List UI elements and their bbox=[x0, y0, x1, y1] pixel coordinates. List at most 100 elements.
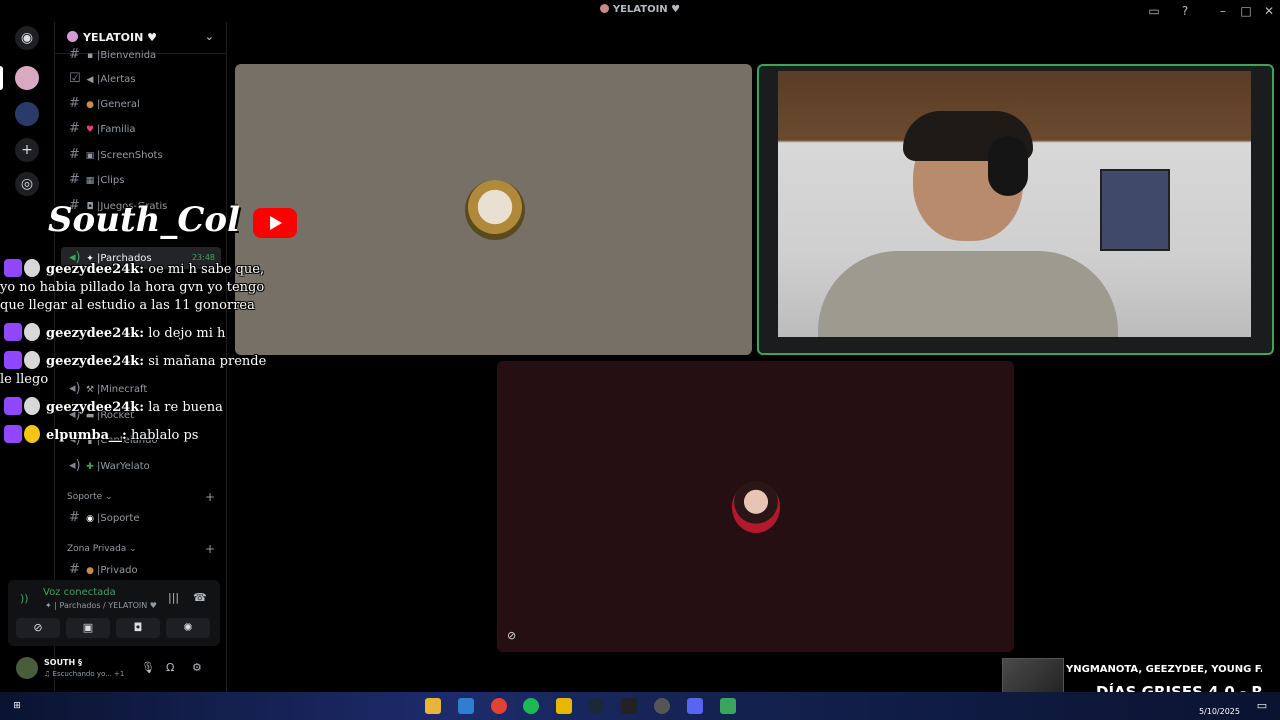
disconnect-icon[interactable]: ☎ bbox=[193, 591, 207, 604]
rules-icon: ☑ bbox=[69, 71, 81, 86]
inbox-icon[interactable]: ▭ bbox=[1146, 3, 1162, 19]
camera-off-icon: ⊘ bbox=[33, 621, 43, 634]
participant-avatar bbox=[732, 481, 780, 533]
selected-server-indicator bbox=[0, 66, 3, 90]
voice-connected-panel: )) Voz conectada ✦ | Parchados / YELATOI… bbox=[8, 580, 220, 646]
twitch-icon bbox=[4, 397, 22, 415]
help-icon[interactable]: ? bbox=[1177, 3, 1193, 19]
door-icon: ▪ bbox=[86, 51, 94, 61]
heart-icon: ♥ bbox=[149, 601, 157, 610]
channel-alertas[interactable]: ☑ ◀ |Alertas bbox=[61, 68, 221, 90]
badge-icon: § bbox=[78, 658, 83, 667]
add-server-icon[interactable]: + bbox=[15, 138, 39, 162]
file-explorer-icon[interactable] bbox=[425, 698, 441, 714]
twitch-icon bbox=[4, 323, 22, 341]
voice-status[interactable]: Voz conectada bbox=[43, 587, 116, 598]
minimize-icon[interactable]: – bbox=[1215, 3, 1231, 19]
twitch-icon bbox=[4, 351, 22, 369]
screen-share-button[interactable]: ▣ bbox=[66, 618, 110, 638]
avatar bbox=[24, 259, 40, 277]
hash-icon: # bbox=[69, 147, 80, 162]
voice-channel-waryelato[interactable]: ◂) ✚ |WarYelato bbox=[61, 455, 221, 477]
discord-icon[interactable] bbox=[687, 698, 703, 714]
speaker-icon: ◂) bbox=[69, 458, 81, 473]
channel-bienvenida[interactable]: # ▪ |Bienvenida bbox=[61, 44, 221, 66]
epic-games-icon[interactable] bbox=[621, 698, 637, 714]
notifications-icon[interactable]: ▭ bbox=[1254, 698, 1270, 714]
server-yelatoin-icon[interactable] bbox=[15, 66, 39, 90]
discover-icon[interactable]: ◎ bbox=[15, 172, 39, 196]
channel-screenshots[interactable]: # ▣ |ScreenShots bbox=[61, 144, 221, 166]
video-tile-youtube[interactable] bbox=[235, 64, 752, 355]
noise-suppression-icon[interactable]: ||| bbox=[168, 591, 179, 604]
camera-off-button[interactable]: ⊘ bbox=[16, 618, 60, 638]
settings-gear-icon[interactable]: ⚙ bbox=[192, 661, 202, 674]
music-icon: ♫ bbox=[44, 670, 51, 678]
participant-avatar bbox=[465, 180, 525, 240]
user-panel: SOUTH § ♫ Escuchando yo... +1 🎙︎ Ω ⚙ bbox=[8, 652, 220, 686]
vscode-icon[interactable] bbox=[458, 698, 474, 714]
close-icon[interactable]: ✕ bbox=[1261, 3, 1277, 19]
heart-icon: ♥ bbox=[147, 31, 158, 44]
channel-soporte[interactable]: # ◉ |Soporte bbox=[61, 507, 221, 529]
discord-home-icon[interactable]: ◉ bbox=[15, 26, 39, 50]
server-avatar-icon bbox=[67, 31, 78, 42]
video-tile-camera[interactable] bbox=[757, 64, 1274, 355]
category-soporte[interactable]: Soporte ⌄ + bbox=[67, 490, 217, 504]
username[interactable]: SOUTH § bbox=[44, 658, 82, 667]
avatar bbox=[24, 351, 40, 369]
eye-icon: ◉ bbox=[86, 514, 94, 524]
channel-general[interactable]: # ● |General bbox=[61, 93, 221, 115]
chat-message: geezydee24k: oe mi h sabe que, yo no hab… bbox=[0, 259, 270, 315]
muted-mic-icon: ⊘ bbox=[507, 629, 517, 642]
hash-icon: # bbox=[69, 172, 80, 187]
windows-start-icon[interactable]: ⊞ bbox=[9, 698, 25, 714]
activities-button[interactable]: ◘ bbox=[116, 618, 160, 638]
heart-icon: ♥ bbox=[85, 125, 95, 135]
gun-icon: ✚ bbox=[86, 462, 94, 472]
channel-familia[interactable]: # ♥ |Familia bbox=[61, 118, 221, 140]
avatar bbox=[24, 397, 40, 415]
monkey-icon: ● bbox=[86, 566, 94, 576]
app-icon[interactable] bbox=[720, 698, 736, 714]
voice-channel-path[interactable]: ✦ | Parchados / YELATOIN ♥ bbox=[45, 601, 157, 610]
headphones-icon[interactable]: Ω bbox=[166, 661, 174, 674]
title-bar: YELATOIN ♥ ▭ ? – □ ✕ bbox=[0, 0, 1280, 22]
avatar[interactable] bbox=[16, 657, 38, 679]
wall-poster bbox=[1100, 169, 1170, 251]
twitch-icon bbox=[4, 425, 22, 443]
add-channel-icon[interactable]: + bbox=[205, 542, 215, 556]
gamepad-icon: ◘ bbox=[133, 621, 143, 634]
camera-icon: ▣ bbox=[85, 151, 95, 161]
chevron-down-icon: ⌄ bbox=[105, 492, 113, 502]
window-title: YELATOIN ♥ bbox=[0, 4, 1280, 15]
server-folder-icon[interactable] bbox=[15, 102, 39, 126]
category-zona-privada[interactable]: Zona Privada ⌄ + bbox=[67, 542, 217, 556]
chevron-down-icon: ⌄ bbox=[204, 30, 214, 43]
rockstar-icon[interactable] bbox=[556, 698, 572, 714]
steam-icon[interactable] bbox=[588, 698, 604, 714]
maximize-icon[interactable]: □ bbox=[1238, 3, 1254, 19]
video-tile-participant[interactable]: ⊘ bbox=[497, 361, 1014, 652]
chat-message: geezydee24k: si mañana prende le llego bbox=[0, 351, 270, 389]
webcam-feed bbox=[778, 71, 1251, 337]
signal-icon[interactable]: )) bbox=[20, 592, 29, 605]
soundboard-button[interactable]: ✺ bbox=[166, 618, 210, 638]
channel-clips[interactable]: # ▦ |Clips bbox=[61, 169, 221, 191]
mic-icon[interactable]: 🎙︎ bbox=[141, 661, 155, 674]
heart-icon: ♥ bbox=[671, 4, 681, 15]
hand-icon bbox=[24, 425, 40, 443]
chat-message: geezydee24k: la re buena bbox=[0, 397, 270, 417]
headset bbox=[988, 136, 1028, 196]
add-channel-icon[interactable]: + bbox=[205, 490, 215, 504]
hash-icon: # bbox=[69, 96, 80, 111]
soundboard-icon: ✺ bbox=[183, 621, 193, 634]
obs-icon[interactable] bbox=[654, 698, 670, 714]
spotify-icon[interactable] bbox=[523, 698, 539, 714]
streamer-name: South_Col bbox=[48, 200, 241, 240]
twitch-icon bbox=[4, 259, 22, 277]
channel-privado[interactable]: # ● |Privado bbox=[61, 559, 221, 581]
monkey-icon: ● bbox=[86, 100, 94, 110]
taskbar-date[interactable]: 5/10/2025 bbox=[1199, 707, 1240, 716]
chrome-icon[interactable] bbox=[491, 698, 507, 714]
